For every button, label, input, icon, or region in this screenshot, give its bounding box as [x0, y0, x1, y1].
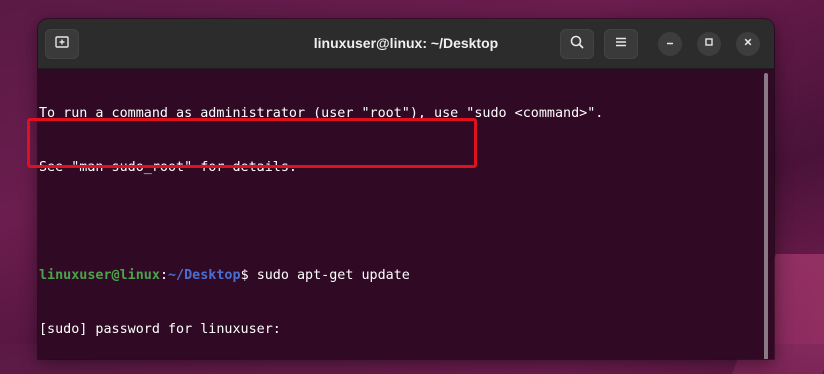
hamburger-menu-icon: [614, 35, 628, 54]
terminal-output[interactable]: To run a command as administrator (user …: [38, 69, 774, 359]
prompt-path: ~/Desktop: [168, 268, 241, 283]
minimize-icon: [664, 35, 676, 53]
terminal-window[interactable]: linuxuser@linux: ~/Desktop To run a comm…: [38, 19, 774, 359]
prompt-user: linuxuser@linux: [39, 268, 160, 283]
search-icon: [569, 34, 585, 55]
search-button[interactable]: [560, 29, 594, 59]
terminal-command-line: linuxuser@linux:~/Desktop$ sudo apt-get …: [39, 267, 774, 285]
close-button[interactable]: [736, 32, 760, 56]
minimize-button[interactable]: [658, 32, 682, 56]
maximize-icon: [703, 35, 715, 53]
prompt-symbol: $: [240, 268, 257, 283]
menu-button[interactable]: [604, 29, 638, 59]
scrollbar[interactable]: [764, 73, 768, 359]
close-icon: [742, 35, 754, 53]
title-bar[interactable]: linuxuser@linux: ~/Desktop: [38, 19, 774, 69]
sudo-password-prompt: [sudo] password for linuxuser:: [39, 322, 281, 337]
prompt-separator: :: [159, 268, 168, 283]
highlight-box: [27, 118, 477, 168]
command-text: sudo apt-get update: [256, 268, 410, 283]
maximize-button[interactable]: [697, 32, 721, 56]
